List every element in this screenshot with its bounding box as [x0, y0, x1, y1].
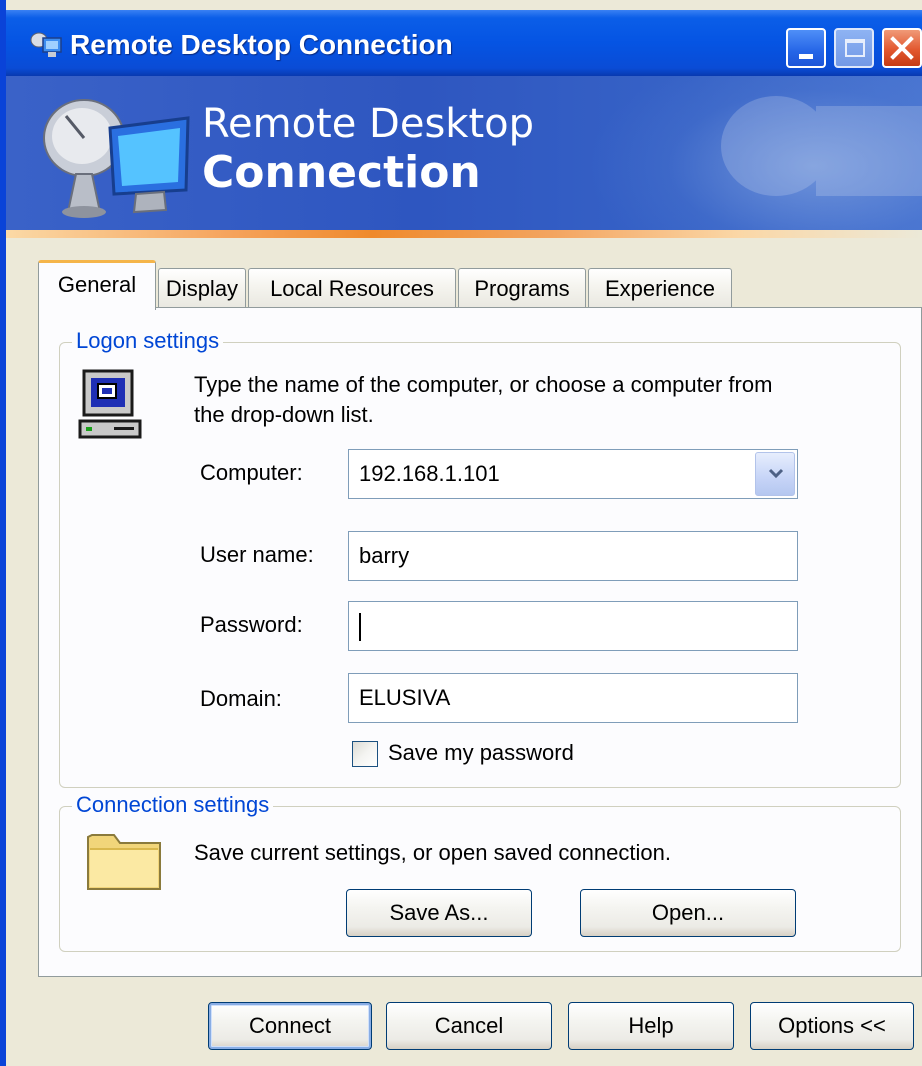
- domain-label: Domain:: [200, 686, 282, 711]
- banner-title-line2: Connection: [202, 147, 481, 198]
- window-title: Remote Desktop Connection: [70, 29, 453, 60]
- logon-settings-legend: Logon settings: [72, 327, 224, 355]
- close-button[interactable]: [882, 28, 922, 68]
- banner-accent-stripe: [6, 230, 922, 238]
- tab-display[interactable]: Display: [158, 268, 246, 308]
- maximize-icon: [845, 39, 865, 57]
- tab-experience[interactable]: Experience: [588, 268, 732, 308]
- save-as-button[interactable]: Save As...: [346, 889, 532, 937]
- logon-instruction-line1: Type the name of the computer, or choose…: [194, 372, 773, 397]
- tab-general[interactable]: General: [38, 260, 156, 310]
- satellite-dish-monitor-icon: [43, 99, 190, 218]
- chevron-down-icon: [768, 468, 784, 479]
- connection-settings-group: Connection settings Save current setting…: [59, 791, 901, 952]
- minimize-icon: [799, 54, 813, 59]
- tab-local-resources[interactable]: Local Resources: [248, 268, 456, 308]
- banner-title-line1: Remote Desktop: [202, 101, 535, 147]
- connection-settings-legend: Connection settings: [72, 791, 274, 819]
- text-cursor: [359, 613, 361, 642]
- domain-input[interactable]: ELUSIVA: [348, 673, 798, 723]
- connection-description: Save current settings, or open saved con…: [194, 840, 671, 865]
- tab-programs[interactable]: Programs: [458, 268, 586, 308]
- password-input[interactable]: [348, 601, 798, 651]
- save-password-label[interactable]: Save my password: [388, 739, 574, 767]
- open-button[interactable]: Open...: [580, 889, 796, 937]
- remote-desktop-window: Remote Desktop Connection Remote Desktop…: [0, 0, 922, 1066]
- banner-watermark-icon: [721, 96, 922, 196]
- help-button[interactable]: Help: [568, 1002, 734, 1050]
- options-button[interactable]: Options <<: [750, 1002, 914, 1050]
- minimize-button[interactable]: [786, 28, 826, 68]
- connect-button[interactable]: Connect: [208, 1002, 372, 1050]
- computer-combobox[interactable]: 192.168.1.101: [348, 449, 798, 499]
- computer-value: 192.168.1.101: [359, 461, 500, 486]
- domain-value: ELUSIVA: [359, 685, 451, 710]
- username-label: User name:: [200, 542, 314, 567]
- close-icon: [890, 36, 914, 60]
- folder-icon: [87, 834, 161, 890]
- computer-icon: [78, 369, 142, 439]
- remote-desktop-icon: [30, 32, 62, 57]
- maximize-button[interactable]: [834, 28, 874, 68]
- username-input[interactable]: barry: [348, 531, 798, 581]
- logon-instruction-line2: the drop-down list.: [194, 402, 374, 427]
- computer-label: Computer:: [200, 460, 303, 485]
- computer-dropdown-button[interactable]: [755, 452, 795, 496]
- title-bar[interactable]: Remote Desktop Connection: [6, 10, 922, 76]
- password-label: Password:: [200, 612, 303, 637]
- general-tab-panel: Logon settings Type the name of the comp…: [38, 307, 922, 977]
- save-password-checkbox[interactable]: [352, 741, 378, 767]
- logon-settings-group: Logon settings Type the name of the comp…: [59, 327, 901, 788]
- cancel-button[interactable]: Cancel: [386, 1002, 552, 1050]
- username-value: barry: [359, 543, 410, 568]
- header-banner: Remote Desktop Connection: [6, 76, 922, 230]
